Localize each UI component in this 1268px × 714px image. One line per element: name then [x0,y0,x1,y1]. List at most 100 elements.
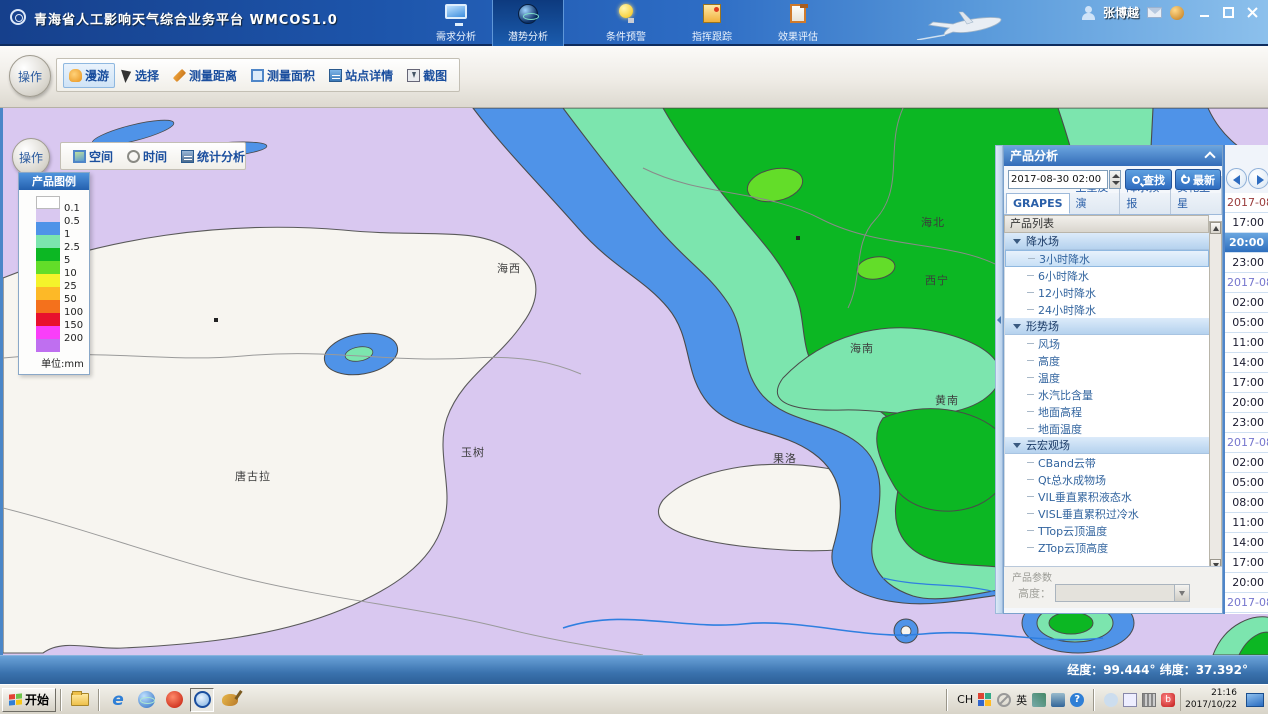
time-row[interactable]: 17:00 [1225,373,1268,393]
quicklaunch-foxmail-icon[interactable] [162,688,186,712]
legend-swatch [36,209,60,222]
group-precipitation-field[interactable]: 降水场 [1005,233,1209,250]
taskbar-clock[interactable]: 21:16 2017/10/22 [1180,688,1241,711]
nav-item-command-tracking[interactable]: 指挥跟踪 [676,0,748,46]
time-row[interactable]: 23:00 [1225,413,1268,433]
quicklaunch-ie-icon[interactable]: e [106,688,130,712]
datetime-spinner[interactable] [1109,170,1121,189]
nav-item-demand-analysis[interactable]: 需求分析 [420,0,492,46]
time-row[interactable]: 11:00 [1225,513,1268,533]
alert-tray-icon[interactable]: b [1161,693,1175,707]
time-row[interactable]: 14:00 [1225,533,1268,553]
tree-item-3h-precip[interactable]: 3小时降水 [1005,250,1209,267]
maximize-button[interactable] [1222,6,1236,20]
group-cloud-macro-field[interactable]: 云宏观场 [1005,437,1209,454]
quicklaunch-globe-icon[interactable] [134,688,158,712]
media-tray-icon[interactable] [1142,693,1156,707]
time-row[interactable]: 08:00 [1225,493,1268,513]
tree-item-height[interactable]: 高度 [1005,352,1209,369]
ime-grid-icon[interactable] [978,693,992,707]
time-row[interactable]: 17:00 [1225,553,1268,573]
analysis-strip: 空间 时间 统计分析 [60,142,246,170]
chart-icon [181,150,194,163]
messenger-tray-icon[interactable] [1051,693,1065,707]
measure-distance-button[interactable]: 测量距离 [167,63,243,88]
region-label: 海西 [497,260,521,276]
collapse-chevron-icon[interactable] [1204,151,1215,162]
tree-item-24h-precip[interactable]: 24小时降水 [1005,301,1209,318]
product-tree: 降水场 3小时降水 6小时降水 12小时降水 24小时降水 形势场 风场 高度 … [1004,233,1209,566]
next-time-button[interactable] [1248,168,1268,189]
site-detail-button[interactable]: 站点详情 [323,63,399,88]
time-row[interactable]: 20:00 [1225,573,1268,593]
tree-item-ztop[interactable]: ZTop云顶高度 [1005,539,1209,556]
time-row[interactable]: 02:00 [1225,293,1268,313]
screenshot-button[interactable]: 截图 [401,63,453,88]
statistics-button[interactable]: 统计分析 [175,144,251,169]
taskbar-divider [98,689,100,711]
time-row[interactable]: 14:00 [1225,353,1268,373]
tab-grapes[interactable]: GRAPES [1006,193,1070,214]
time-row[interactable]: 17:00 [1225,213,1268,233]
tree-item-surface-elevation[interactable]: 地面高程 [1005,403,1209,420]
time-row[interactable]: 23:00 [1225,253,1268,273]
datetime-input[interactable] [1008,170,1108,189]
cursor-icon [121,67,134,83]
scroll-up-button[interactable] [1210,222,1221,234]
group-synoptic-field[interactable]: 形势场 [1005,318,1209,335]
panel-splitter[interactable] [995,145,1003,614]
operate-menu-button-2[interactable]: 操作 [12,138,50,176]
select-tool-button[interactable]: 选择 [117,63,165,88]
time-row[interactable]: 20:00 [1225,393,1268,413]
language-indicator[interactable]: CH [957,693,973,706]
tree-item-vil[interactable]: VIL垂直累积液态水 [1005,488,1209,505]
tree-item-6h-precip[interactable]: 6小时降水 [1005,267,1209,284]
measure-area-button[interactable]: 测量面积 [245,63,321,88]
show-desktop-icon[interactable] [1246,693,1264,707]
time-analysis-button[interactable]: 时间 [121,144,173,169]
quicklaunch-folder-icon[interactable] [68,688,92,712]
collapse-triangle-icon [1013,324,1021,329]
tree-item-qt-hydrometeor[interactable]: Qt总水成物场 [1005,471,1209,488]
ime-language-char[interactable]: 英 [1016,692,1027,708]
tree-item-cband-cloud[interactable]: CBand云带 [1005,454,1209,471]
tree-item-temperature[interactable]: 温度 [1005,369,1209,386]
tree-item-wind-field[interactable]: 风场 [1005,335,1209,352]
nav-item-condition-warning[interactable]: 条件预警 [590,0,662,46]
start-button[interactable]: 开始 [2,688,56,712]
mail-icon[interactable] [1147,7,1162,18]
network-globe-icon[interactable] [1170,6,1184,20]
clipboard-icon [790,4,806,23]
time-row[interactable]: 05:00 [1225,313,1268,333]
pan-tool-button[interactable]: 漫游 [63,63,115,88]
user-tray-icon[interactable] [1104,693,1118,707]
tree-item-visl[interactable]: VISL垂直累积过冷水 [1005,505,1209,522]
blocked-icon[interactable] [997,693,1011,707]
time-row-selected[interactable]: 20:00 [1225,233,1268,253]
help-tray-icon[interactable]: ? [1070,693,1084,707]
time-row[interactable]: 11:00 [1225,333,1268,353]
tree-item-vapor-ratio[interactable]: 水汽比含量 [1005,386,1209,403]
close-button[interactable] [1246,6,1260,20]
tree-item-ttop[interactable]: TTop云顶温度 [1005,522,1209,539]
nav-item-potential-analysis[interactable]: 潜势分析 [492,0,564,46]
search-button[interactable]: 查找 [1125,169,1172,190]
quicklaunch-paint-icon[interactable] [218,688,242,712]
nav-label: 条件预警 [590,28,662,43]
time-row[interactable]: 05:00 [1225,473,1268,493]
ime-pen-icon[interactable] [1032,693,1046,707]
time-row[interactable]: 02:00 [1225,453,1268,473]
previous-time-button[interactable] [1226,168,1247,189]
legend-swatch [36,339,60,352]
tree-item-surface-temperature[interactable]: 地面温度 [1005,420,1209,437]
nav-item-effect-evaluation[interactable]: 效果评估 [762,0,834,46]
tree-scrollbar[interactable] [1209,221,1222,572]
flag-tray-icon[interactable] [1123,693,1137,707]
space-analysis-button[interactable]: 空间 [67,144,119,169]
quicklaunch-wmcos-icon[interactable] [190,688,214,712]
tree-item-12h-precip[interactable]: 12小时降水 [1005,284,1209,301]
region-label: 唐古拉 [235,468,271,484]
operate-menu-button[interactable]: 操作 [9,55,51,97]
minimize-button[interactable] [1198,6,1212,20]
latest-button[interactable]: 最新 [1175,169,1221,190]
